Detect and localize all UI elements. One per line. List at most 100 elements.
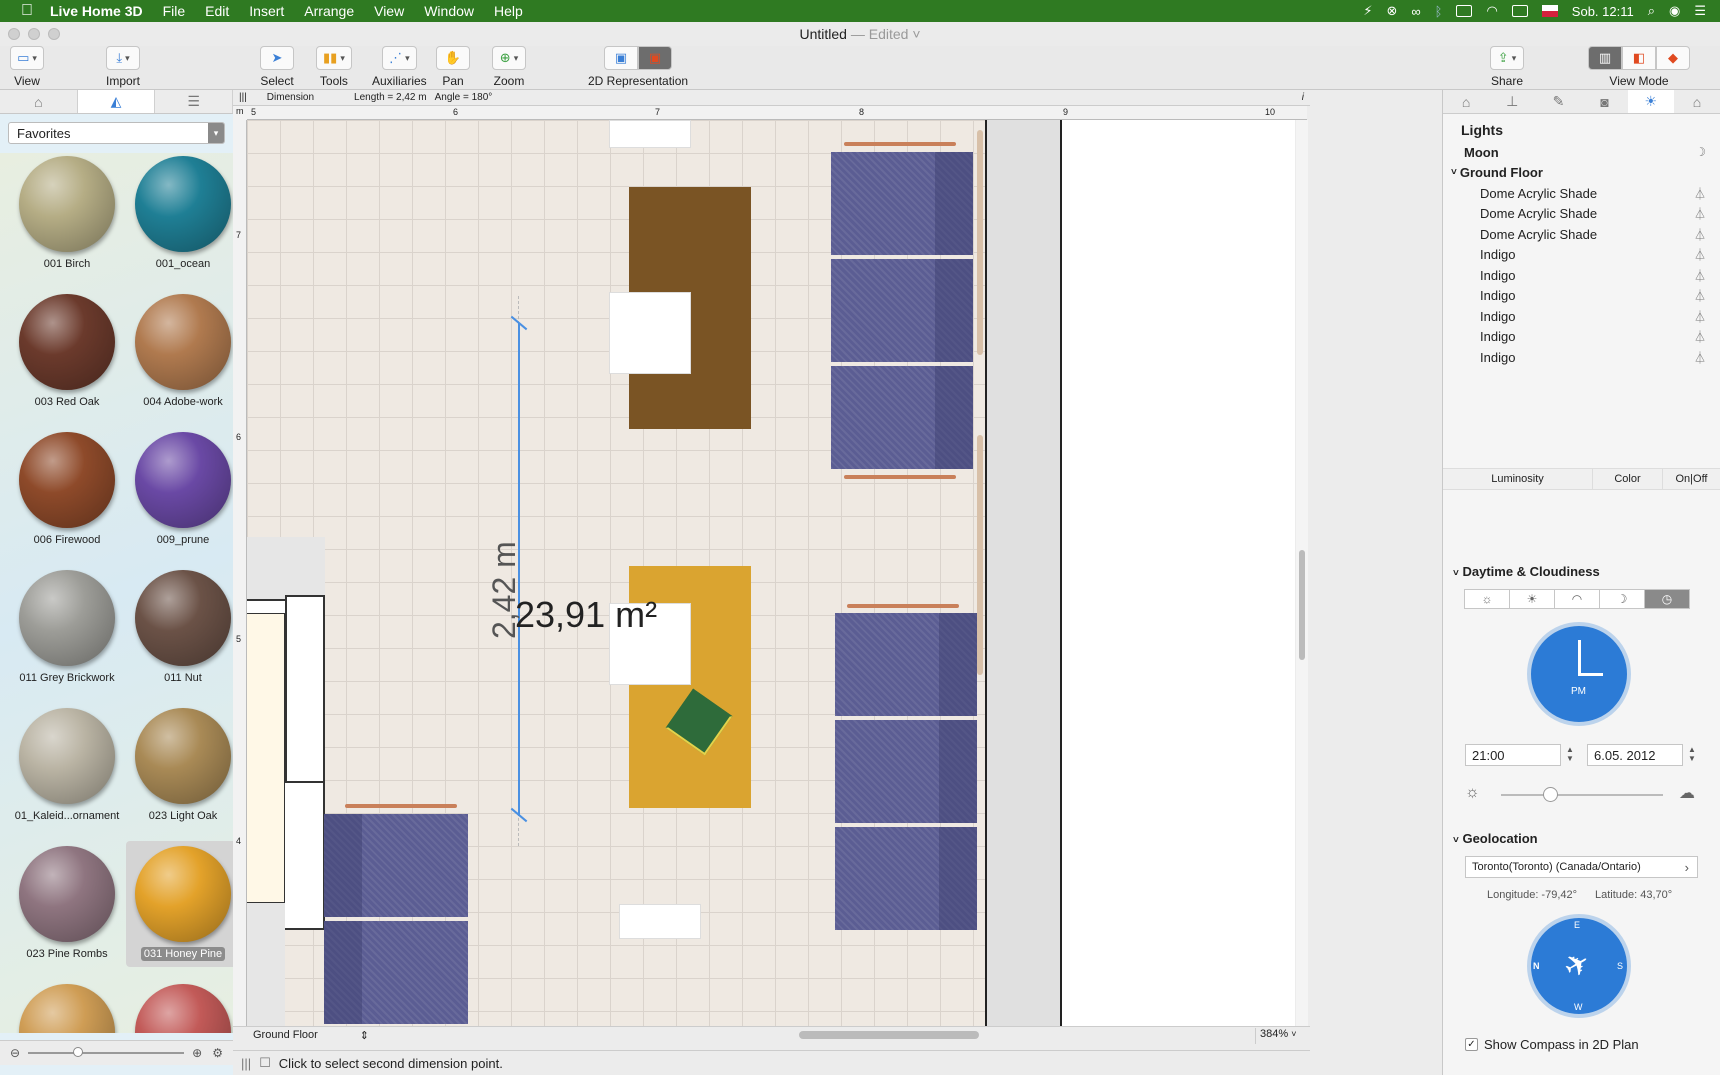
wifi-icon[interactable]: ◠ bbox=[1486, 3, 1497, 19]
auxiliaries-button[interactable]: ⋰ ▾ bbox=[382, 46, 417, 70]
material-item[interactable] bbox=[126, 979, 233, 1033]
cabinet-top[interactable] bbox=[247, 537, 325, 601]
material-item[interactable]: 009_prune bbox=[126, 427, 233, 553]
menu-help[interactable]: Help bbox=[494, 3, 523, 19]
material-item[interactable]: 023 Light Oak bbox=[126, 703, 233, 829]
zoom-in-icon[interactable]: ⊕ bbox=[192, 1046, 202, 1060]
menu-view[interactable]: View bbox=[374, 3, 404, 19]
view-tool[interactable]: ▭ ▾ View bbox=[10, 46, 44, 88]
sunrise-icon[interactable]: ☼ bbox=[1464, 589, 1510, 609]
tab-edit[interactable]: ✎ bbox=[1535, 90, 1581, 113]
armchair[interactable] bbox=[831, 259, 973, 362]
edited-indicator[interactable]: — Edited ˅ bbox=[851, 26, 921, 42]
view-mode-2d-button[interactable]: ▥ bbox=[1588, 46, 1622, 70]
select-tool[interactable]: ➤ Select bbox=[260, 46, 294, 88]
cabinet-base[interactable] bbox=[247, 903, 285, 1026]
floor-select[interactable]: Ground Floor ⇕ bbox=[253, 1029, 371, 1045]
apple-menu-icon[interactable]:  bbox=[12, 2, 42, 20]
tools-tool[interactable]: ▮▮ ▾ Tools bbox=[316, 46, 352, 88]
thumbnail-size-slider[interactable] bbox=[28, 1047, 185, 1057]
armchair[interactable] bbox=[831, 366, 973, 469]
zoom-window-button[interactable] bbox=[48, 28, 60, 40]
light-item[interactable]: Indigo ⏃ bbox=[1443, 286, 1720, 307]
pan-button[interactable]: ✋ bbox=[436, 46, 470, 70]
plan-view-button[interactable]: ▣ bbox=[604, 46, 639, 70]
cloudiness-knob[interactable] bbox=[1542, 787, 1558, 802]
battery-icon[interactable] bbox=[1511, 5, 1528, 17]
tab-lights[interactable]: ☀ bbox=[1627, 90, 1674, 113]
bluetooth-icon[interactable]: ᛒ bbox=[1435, 4, 1443, 19]
armchair[interactable] bbox=[831, 152, 973, 255]
white-box[interactable] bbox=[609, 292, 691, 374]
armchair[interactable] bbox=[324, 814, 468, 917]
custom-time-icon[interactable]: ◷ bbox=[1644, 589, 1690, 609]
material-item[interactable]: 003 Red Oak bbox=[10, 289, 124, 415]
gear-icon[interactable]: ⚙ bbox=[212, 1046, 223, 1060]
white-box[interactable] bbox=[619, 904, 701, 939]
location-picker[interactable]: Toronto(Toronto) (Canada/Ontario) › bbox=[1465, 856, 1698, 878]
zoom-tool[interactable]: ⊕ ▾ Zoom bbox=[492, 46, 526, 88]
zoom-out-icon[interactable]: ⊖ bbox=[10, 1046, 20, 1060]
status-icon-1[interactable]: ⚡ bbox=[1363, 3, 1372, 19]
menu-arrange[interactable]: Arrange bbox=[304, 3, 354, 19]
armchair[interactable] bbox=[835, 827, 977, 930]
view-mode-split-button[interactable]: ◧ bbox=[1622, 46, 1656, 70]
light-item[interactable]: Dome Acrylic Shade ⏃ bbox=[1443, 183, 1720, 204]
representation-segment[interactable]: ▣ ▣ bbox=[604, 46, 673, 70]
light-item-moon[interactable]: Moon ☽ bbox=[1443, 142, 1720, 163]
share-button[interactable]: ⇪ ▾ bbox=[1490, 46, 1524, 70]
tab-furniture[interactable]: ⌂ bbox=[0, 90, 78, 113]
tab-materials[interactable]: ◭ bbox=[77, 90, 156, 113]
view-mode-3d-button[interactable]: ◆ bbox=[1656, 46, 1690, 70]
horizontal-scroll-thumb[interactable] bbox=[799, 1031, 979, 1039]
material-item[interactable]: 006 Firewood bbox=[10, 427, 124, 553]
noon-icon[interactable]: ☀ bbox=[1509, 589, 1555, 609]
light-item[interactable]: Indigo ⏃ bbox=[1443, 327, 1720, 348]
material-item[interactable]: 011 Grey Brickwork bbox=[10, 565, 124, 691]
share-tool[interactable]: ⇪ ▾ Share bbox=[1490, 46, 1524, 88]
tools-button[interactable]: ▮▮ ▾ bbox=[316, 46, 352, 70]
material-item[interactable]: 001 Birch bbox=[10, 153, 124, 277]
column-color[interactable]: Color bbox=[1593, 469, 1663, 489]
view-button[interactable]: ▭ ▾ bbox=[10, 46, 44, 70]
material-item[interactable]: 004 Adobe-work bbox=[126, 289, 233, 415]
column-luminosity[interactable]: Luminosity bbox=[1443, 469, 1593, 489]
notification-icon[interactable]: ☰ bbox=[1694, 3, 1706, 19]
menubar-clock[interactable]: Sob. 12:11 bbox=[1572, 4, 1634, 19]
cabinet-drawer[interactable] bbox=[247, 613, 285, 903]
area-label[interactable]: 23,91 m² bbox=[515, 594, 657, 636]
tab-list[interactable]: ☰ bbox=[155, 90, 234, 113]
daytime-section-header[interactable]: ˅ Daytime & Cloudiness bbox=[1443, 564, 1720, 579]
material-item[interactable]: 001_ocean bbox=[126, 153, 233, 277]
compass[interactable]: E N S W ✈ bbox=[1527, 914, 1631, 1018]
view-mode-segment[interactable]: ▥ ◧ ◆ bbox=[1588, 46, 1690, 70]
armchair[interactable] bbox=[835, 613, 977, 716]
minimize-window-button[interactable] bbox=[28, 28, 40, 40]
light-item[interactable]: Indigo ⏃ bbox=[1443, 245, 1720, 266]
light-item[interactable]: Indigo ⏃ bbox=[1443, 347, 1720, 368]
zoom-button[interactable]: ⊕ ▾ bbox=[492, 46, 526, 70]
sunset-icon[interactable]: ◠ bbox=[1554, 589, 1600, 609]
geolocation-section-header[interactable]: ˅ Geolocation bbox=[1443, 831, 1720, 846]
date-stepper[interactable]: ▲ ▼ bbox=[1687, 745, 1697, 765]
plan-canvas[interactable]: 2,42 m 23,91 m² bbox=[247, 120, 1295, 1026]
time-field[interactable]: 21:00 bbox=[1465, 744, 1561, 766]
zoom-level-select[interactable]: 384% ˅ bbox=[1255, 1028, 1307, 1044]
render-view-button[interactable]: ▣ bbox=[638, 46, 673, 70]
spotlight-icon[interactable]: ⌕ bbox=[1648, 3, 1655, 19]
menu-insert[interactable]: Insert bbox=[249, 3, 284, 19]
material-item[interactable]: 031 Honey Pine bbox=[126, 841, 233, 967]
time-stepper[interactable]: ▲ ▼ bbox=[1565, 745, 1575, 765]
tab-stamp[interactable]: ⊥ bbox=[1489, 90, 1535, 113]
wall-panel[interactable] bbox=[977, 130, 983, 355]
menu-window[interactable]: Window bbox=[424, 3, 474, 19]
view-mode-tool[interactable]: ▥ ◧ ◆ View Mode bbox=[1588, 46, 1690, 88]
close-window-button[interactable] bbox=[8, 28, 20, 40]
tab-building[interactable]: ⌂ bbox=[1443, 90, 1489, 113]
dimension-label[interactable]: 2,42 m bbox=[486, 529, 522, 639]
light-item[interactable]: Indigo ⏃ bbox=[1443, 265, 1720, 286]
drag-handle-icon[interactable]: ||| bbox=[241, 1056, 251, 1071]
light-item[interactable]: Dome Acrylic Shade ⏃ bbox=[1443, 204, 1720, 225]
time-clock[interactable]: PM bbox=[1527, 622, 1631, 726]
drag-handle-icon[interactable]: ||| bbox=[239, 92, 247, 103]
